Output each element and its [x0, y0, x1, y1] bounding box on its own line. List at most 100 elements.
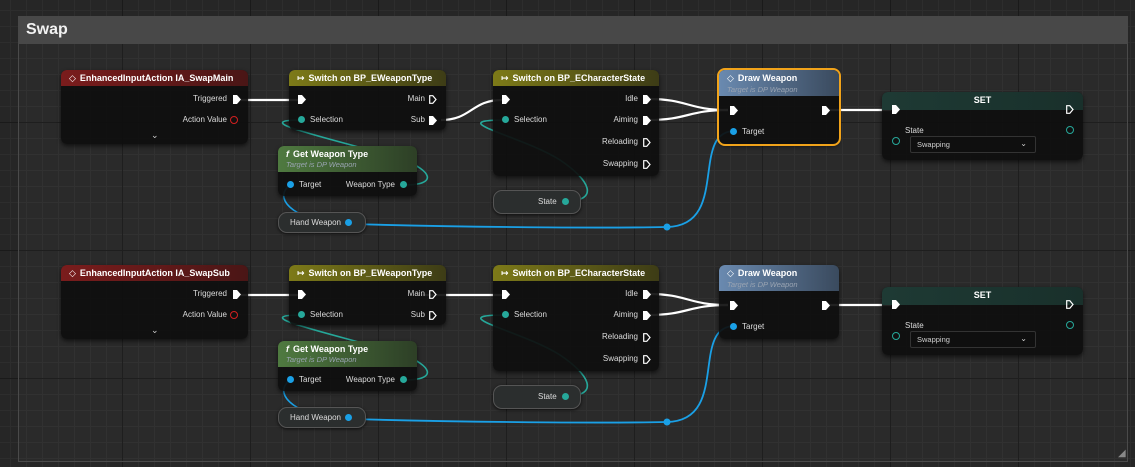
- hand-weapon-out-pin[interactable]: [345, 219, 352, 226]
- event-node[interactable]: ◇ EnhancedInputAction IA_SwapMain Triggere…: [61, 70, 248, 144]
- node-title: Draw Weapon: [737, 73, 798, 83]
- weapon-type-pin[interactable]: [400, 376, 407, 383]
- reroute-knot[interactable]: [663, 418, 671, 426]
- function-icon: f: [286, 149, 289, 159]
- resize-grip-icon[interactable]: ◢: [1118, 448, 1126, 459]
- swapping-out-pin[interactable]: [643, 355, 651, 364]
- pin-label: Aiming: [613, 115, 638, 124]
- node-header[interactable]: ◇ EnhancedInputAction IA_SwapSub: [61, 265, 248, 281]
- pin-label: Idle: [625, 289, 638, 298]
- exec-in-pin[interactable]: [502, 95, 510, 104]
- exec-in-pin[interactable]: [730, 106, 738, 115]
- exec-in-pin[interactable]: [502, 290, 510, 299]
- exec-out-pin[interactable]: [822, 301, 830, 310]
- pin-label: Target: [299, 180, 322, 189]
- state-out-pin[interactable]: [1066, 321, 1074, 329]
- draw-weapon-node[interactable]: ◇ Draw Weapon Target is DP Weapon Target: [717, 68, 841, 146]
- switch-character-state-node[interactable]: ↦ Switch on BP_ECharacterState Idle Selecti…: [493, 70, 659, 176]
- aiming-out-pin[interactable]: [643, 311, 651, 320]
- sub-out-pin[interactable]: [429, 311, 437, 320]
- node-title: Get Weapon Type: [293, 344, 369, 354]
- chevron-down-icon[interactable]: ⌄: [151, 325, 159, 336]
- set-state-node[interactable]: SET State Swapping ⌄: [882, 287, 1083, 355]
- state-out-pin[interactable]: [1066, 126, 1074, 134]
- node-header[interactable]: ↦ Switch on BP_ECharacterState: [493, 70, 659, 86]
- target-pin[interactable]: [287, 376, 294, 383]
- hand-weapon-variable[interactable]: Hand Weapon: [278, 407, 366, 428]
- function-call-icon: ◇: [727, 73, 734, 83]
- selection-pin[interactable]: [502, 116, 509, 123]
- node-header[interactable]: ◇ EnhancedInputAction IA_SwapMain: [61, 70, 248, 86]
- target-pin[interactable]: [730, 128, 737, 135]
- event-node[interactable]: ◇ EnhancedInputAction IA_SwapSub Triggered…: [61, 265, 248, 339]
- exec-in-pin[interactable]: [298, 95, 306, 104]
- pin-label: Selection: [514, 115, 547, 124]
- state-dropdown[interactable]: Swapping ⌄: [910, 331, 1036, 348]
- target-pin[interactable]: [287, 181, 294, 188]
- pin-label: Aiming: [613, 310, 638, 319]
- state-out-pin[interactable]: [562, 393, 569, 400]
- wire: [647, 108, 729, 122]
- pin-label: Weapon Type: [345, 180, 395, 189]
- action-value-pin[interactable]: [230, 311, 238, 319]
- hand-weapon-variable[interactable]: Hand Weapon: [278, 212, 366, 233]
- reloading-out-pin[interactable]: [643, 138, 651, 147]
- pin-label: Target: [742, 127, 765, 136]
- main-out-pin[interactable]: [429, 95, 437, 104]
- exec-out-pin[interactable]: [822, 106, 830, 115]
- set-state-node[interactable]: SET State Swapping ⌄: [882, 92, 1083, 160]
- node-header[interactable]: ↦ Switch on BP_ECharacterState: [493, 265, 659, 281]
- exec-out-pin[interactable]: [233, 95, 241, 104]
- exec-in-pin[interactable]: [298, 290, 306, 299]
- chevron-down-icon[interactable]: ⌄: [151, 130, 159, 141]
- switch-weapon-type-node[interactable]: ↦ Switch on BP_EWeaponType Main Selection Su…: [289, 70, 446, 130]
- exec-out-pin[interactable]: [233, 290, 241, 299]
- node-header[interactable]: ◇ Draw Weapon Target is DP Weapon: [719, 265, 839, 291]
- node-header[interactable]: ◇ Draw Weapon Target is DP Weapon: [719, 70, 839, 96]
- state-variable[interactable]: State: [493, 385, 581, 409]
- get-weapon-type-node[interactable]: f Get Weapon Type Target is DP Weapon Targe…: [278, 341, 417, 391]
- blueprint-graph[interactable]: Swap ◇ EnhancedInputAction IA_SwapMain Tri…: [0, 0, 1135, 467]
- function-call-icon: ◇: [727, 268, 734, 278]
- node-header[interactable]: SET: [882, 287, 1083, 305]
- node-title: SET: [973, 95, 992, 105]
- node-header[interactable]: SET: [882, 92, 1083, 110]
- reroute-knot[interactable]: [663, 223, 671, 231]
- selection-pin[interactable]: [298, 116, 305, 123]
- node-title: EnhancedInputAction IA_SwapMain: [79, 73, 234, 83]
- get-weapon-type-node[interactable]: f Get Weapon Type Target is DP Weapon Targe…: [278, 146, 417, 196]
- idle-out-pin[interactable]: [643, 95, 651, 104]
- action-value-pin[interactable]: [230, 116, 238, 124]
- state-variable[interactable]: State: [493, 190, 581, 214]
- state-in-pin[interactable]: [892, 332, 900, 340]
- exec-in-pin[interactable]: [892, 105, 900, 114]
- node-header[interactable]: f Get Weapon Type Target is DP Weapon: [278, 146, 417, 172]
- node-title: EnhancedInputAction IA_SwapSub: [79, 268, 230, 278]
- selection-pin[interactable]: [298, 311, 305, 318]
- switch-character-state-node[interactable]: ↦ Switch on BP_ECharacterState Idle Selecti…: [493, 265, 659, 371]
- exec-in-pin[interactable]: [892, 300, 900, 309]
- state-dropdown[interactable]: Swapping ⌄: [910, 136, 1036, 153]
- idle-out-pin[interactable]: [643, 290, 651, 299]
- hand-weapon-out-pin[interactable]: [345, 414, 352, 421]
- draw-weapon-node[interactable]: ◇ Draw Weapon Target is DP Weapon Target: [719, 265, 839, 339]
- node-header[interactable]: ↦ Switch on BP_EWeaponType: [289, 70, 446, 86]
- reloading-out-pin[interactable]: [643, 333, 651, 342]
- state-in-pin[interactable]: [892, 137, 900, 145]
- state-out-pin[interactable]: [562, 198, 569, 205]
- target-pin[interactable]: [730, 323, 737, 330]
- sub-out-pin[interactable]: [429, 116, 437, 125]
- exec-out-pin[interactable]: [1066, 105, 1074, 114]
- exec-out-pin[interactable]: [1066, 300, 1074, 309]
- swapping-out-pin[interactable]: [643, 160, 651, 169]
- switch-weapon-type-node[interactable]: ↦ Switch on BP_EWeaponType Main Selection Su…: [289, 265, 446, 325]
- main-out-pin[interactable]: [429, 290, 437, 299]
- selection-pin[interactable]: [502, 311, 509, 318]
- weapon-type-pin[interactable]: [400, 181, 407, 188]
- aiming-out-pin[interactable]: [643, 116, 651, 125]
- node-title: Draw Weapon: [737, 268, 798, 278]
- node-header[interactable]: f Get Weapon Type Target is DP Weapon: [278, 341, 417, 367]
- exec-in-pin[interactable]: [730, 301, 738, 310]
- node-header[interactable]: ↦ Switch on BP_EWeaponType: [289, 265, 446, 281]
- node-title: Get Weapon Type: [293, 149, 369, 159]
